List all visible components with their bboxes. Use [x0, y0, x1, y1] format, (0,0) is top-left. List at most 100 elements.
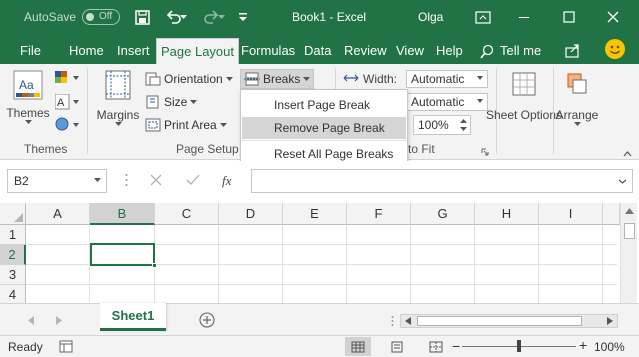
column-header-partial[interactable]: [603, 203, 620, 225]
orientation-icon: [145, 72, 161, 86]
tell-me-box[interactable]: Tell me: [500, 43, 541, 58]
column-header[interactable]: B: [90, 203, 155, 225]
insert-function-icon[interactable]: fx: [222, 173, 231, 189]
next-sheet-icon[interactable]: [56, 316, 62, 325]
row-header[interactable]: 1: [0, 225, 26, 245]
status-bar: Ready − + 100%: [0, 335, 639, 357]
tab-file[interactable]: File: [20, 43, 41, 58]
scroll-left-icon[interactable]: [405, 317, 411, 325]
dialog-launcher-icon[interactable]: [481, 145, 489, 159]
themes-button[interactable]: Aa Themes: [6, 70, 50, 124]
spinner-arrows-icon[interactable]: [460, 118, 467, 132]
chevron-down-icon: [573, 122, 581, 126]
add-sheet-icon[interactable]: [199, 312, 215, 331]
zoom-in-icon[interactable]: +: [579, 337, 587, 353]
tab-insert[interactable]: Insert: [117, 43, 150, 58]
row-header[interactable]: 3: [0, 265, 26, 285]
gridline: [538, 225, 539, 303]
group-label-page-setup: Page Setup: [176, 142, 239, 156]
print-area-button[interactable]: Print Area: [145, 118, 227, 132]
column-header[interactable]: A: [26, 203, 90, 225]
scroll-up-icon[interactable]: [625, 208, 634, 214]
svg-text:Aa: Aa: [19, 78, 34, 92]
group-separator: [87, 68, 88, 154]
tab-help[interactable]: Help: [436, 43, 463, 58]
window-title: Book1 - Excel: [292, 10, 367, 24]
page-break-preview-icon[interactable]: [423, 337, 449, 356]
save-icon[interactable]: [131, 6, 153, 28]
maximize-icon[interactable]: [552, 0, 586, 34]
orientation-button[interactable]: Orientation: [145, 72, 233, 86]
page-layout-view-icon[interactable]: [384, 337, 410, 356]
column-header[interactable]: F: [347, 203, 411, 225]
column-header[interactable]: D: [219, 203, 283, 225]
cancel-icon[interactable]: [150, 174, 162, 189]
gridline: [218, 225, 219, 303]
menu-item-remove-page-break[interactable]: Remove Page Break: [242, 117, 406, 139]
scroll-right-icon[interactable]: [607, 317, 613, 325]
column-header[interactable]: H: [475, 203, 539, 225]
print-area-icon: [145, 118, 161, 132]
column-header[interactable]: G: [411, 203, 475, 225]
autosave-toggle[interactable]: Off: [82, 9, 120, 25]
zoom-slider-thumb[interactable]: [517, 340, 521, 352]
minimize-icon[interactable]: [507, 0, 541, 34]
macro-record-icon[interactable]: [59, 340, 73, 356]
zoom-level[interactable]: 100%: [594, 340, 625, 354]
effects-icon[interactable]: [55, 117, 81, 136]
sheet-options-button[interactable]: Sheet Options: [486, 70, 562, 122]
column-header[interactable]: E: [283, 203, 347, 225]
name-box[interactable]: B2: [7, 169, 107, 193]
zoom-out-icon[interactable]: −: [452, 338, 460, 354]
fonts-icon[interactable]: A: [54, 93, 81, 113]
size-button[interactable]: Size: [145, 95, 198, 109]
scale-value: 100%: [418, 118, 449, 132]
feedback-smiley-icon[interactable]: [605, 39, 625, 59]
fill-handle[interactable]: [152, 263, 157, 268]
normal-view-icon[interactable]: [345, 337, 371, 356]
tab-view[interactable]: View: [396, 43, 424, 58]
share-icon[interactable]: [565, 43, 581, 61]
user-name[interactable]: Olga: [418, 10, 443, 24]
gridline: [346, 225, 347, 303]
breaks-button[interactable]: Breaks: [240, 69, 315, 89]
customize-qat-icon[interactable]: [232, 6, 254, 28]
chevron-down-icon: [114, 122, 122, 126]
width-select[interactable]: Automatic: [406, 70, 488, 88]
column-header[interactable]: C: [155, 203, 219, 225]
autosave-label: AutoSave: [24, 10, 77, 24]
margins-button[interactable]: Margins: [94, 70, 142, 126]
redo-dropdown-icon[interactable]: [216, 6, 226, 28]
tab-review[interactable]: Review: [344, 43, 387, 58]
active-cell[interactable]: [90, 243, 155, 266]
horizontal-scroll-thumb[interactable]: [417, 316, 582, 326]
colors-icon[interactable]: [55, 71, 81, 88]
vertical-scrollbar[interactable]: [620, 203, 637, 303]
arrange-button[interactable]: Arrange: [555, 70, 599, 126]
vertical-scroll-thumb[interactable]: [624, 223, 635, 239]
row-header[interactable]: 2: [0, 245, 26, 265]
close-icon[interactable]: [596, 0, 630, 34]
select-all-corner[interactable]: [0, 203, 26, 225]
prev-sheet-icon[interactable]: [28, 316, 34, 325]
expand-formula-bar-icon[interactable]: [618, 179, 627, 184]
tab-data[interactable]: Data: [304, 43, 331, 58]
chevron-down-icon[interactable]: [94, 178, 101, 182]
enter-check-icon[interactable]: [186, 174, 200, 189]
horizontal-scrollbar[interactable]: [400, 314, 618, 328]
column-header[interactable]: I: [539, 203, 603, 225]
undo-dropdown-icon[interactable]: [178, 6, 188, 28]
tab-formulas[interactable]: Formulas: [241, 43, 295, 58]
collapse-ribbon-icon[interactable]: [623, 146, 632, 160]
tab-home[interactable]: Home: [69, 43, 104, 58]
tab-page-layout[interactable]: Page Layout: [156, 38, 240, 64]
ribbon-display-icon[interactable]: [466, 0, 500, 34]
formula-input[interactable]: [251, 169, 633, 193]
sheet-tab-sheet1[interactable]: Sheet1: [100, 303, 166, 331]
row-header[interactable]: 4: [0, 285, 26, 305]
height-select[interactable]: Automatic: [406, 93, 488, 111]
scale-spinner[interactable]: 100%: [413, 115, 471, 135]
size-icon: [146, 95, 159, 109]
menu-item-insert-page-break[interactable]: Insert Page Break: [242, 94, 406, 116]
gridline: [410, 225, 411, 303]
